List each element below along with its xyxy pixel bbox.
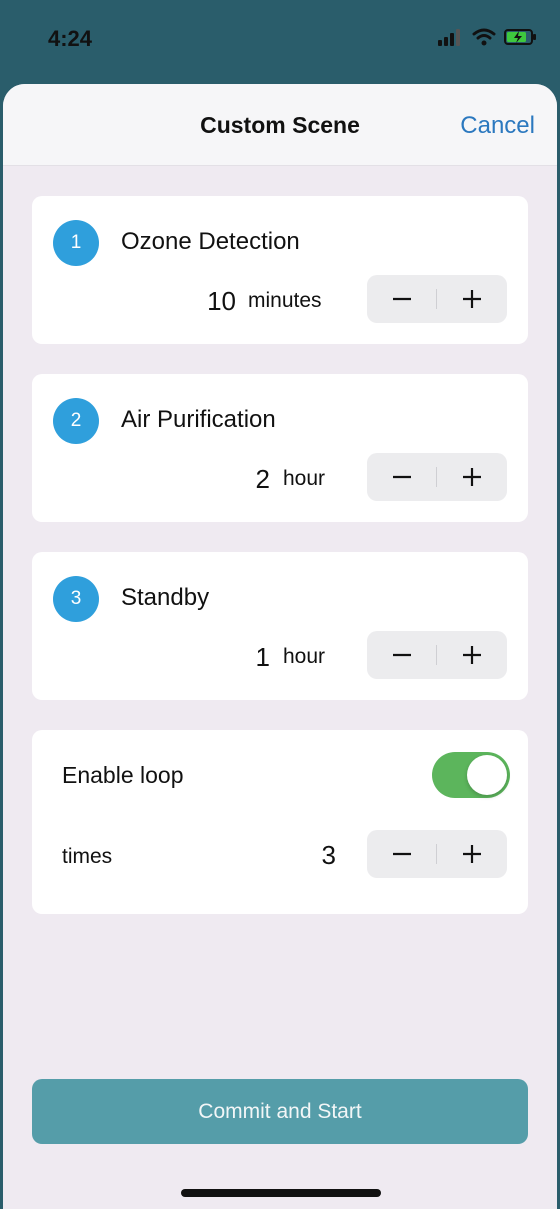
status-bar: 4:24 [0, 0, 560, 84]
step-title: Air Purification [121, 406, 276, 433]
step-card-air-purification: 2 Air Purification 2 hour [32, 374, 528, 522]
plus-icon [463, 646, 481, 664]
decrement-button[interactable] [367, 275, 437, 323]
custom-scene-sheet: Custom Scene Cancel 1 Ozone Detection 10… [3, 84, 557, 1209]
increment-button[interactable] [437, 830, 507, 878]
wifi-icon [472, 28, 496, 51]
decrement-button[interactable] [367, 631, 437, 679]
step-number-badge: 1 [53, 220, 99, 266]
step-title: Ozone Detection [121, 228, 300, 255]
step-number-badge: 2 [53, 398, 99, 444]
times-label: times [62, 845, 113, 868]
increment-button[interactable] [437, 453, 507, 501]
increment-button[interactable] [437, 275, 507, 323]
commit-and-start-button[interactable]: Commit and Start [32, 1079, 528, 1144]
duration-stepper [367, 453, 507, 501]
signal-icon [438, 28, 464, 51]
status-time: 4:24 [48, 26, 93, 51]
toggle-knob [467, 755, 507, 795]
times-value: 3 [321, 840, 336, 870]
times-stepper [367, 830, 507, 878]
plus-icon [463, 290, 481, 308]
duration-value: 10 [207, 286, 236, 316]
duration-unit: hour [283, 467, 326, 490]
decrement-button[interactable] [367, 830, 437, 878]
loop-card: Enable loop times 3 [32, 730, 528, 914]
minus-icon [393, 297, 411, 301]
step-card-standby: 3 Standby 1 hour [32, 552, 528, 700]
minus-icon [393, 852, 411, 856]
duration-value: 2 [255, 464, 270, 494]
plus-icon [463, 845, 481, 863]
nav-bar: Custom Scene Cancel [3, 84, 557, 166]
increment-button[interactable] [437, 631, 507, 679]
step-number-badge: 3 [53, 576, 99, 622]
battery-charging-icon [504, 28, 538, 51]
duration-value: 1 [255, 642, 270, 672]
duration-unit: hour [283, 645, 326, 668]
status-icons [438, 28, 538, 51]
app-screen: 4:24 Custom Scene Cancel 1 Ozone Detecti… [0, 0, 560, 1209]
decrement-button[interactable] [367, 453, 437, 501]
home-indicator [181, 1189, 381, 1197]
duration-unit: minutes [248, 289, 322, 312]
plus-icon [463, 468, 481, 486]
cancel-button[interactable]: Cancel [460, 112, 535, 140]
duration-stepper [367, 275, 507, 323]
minus-icon [393, 653, 411, 657]
step-title: Standby [121, 584, 210, 611]
duration-stepper [367, 631, 507, 679]
step-card-ozone-detection: 1 Ozone Detection 10 minutes [32, 196, 528, 344]
enable-loop-toggle[interactable] [432, 752, 510, 798]
enable-loop-label: Enable loop [62, 762, 184, 788]
minus-icon [393, 475, 411, 479]
